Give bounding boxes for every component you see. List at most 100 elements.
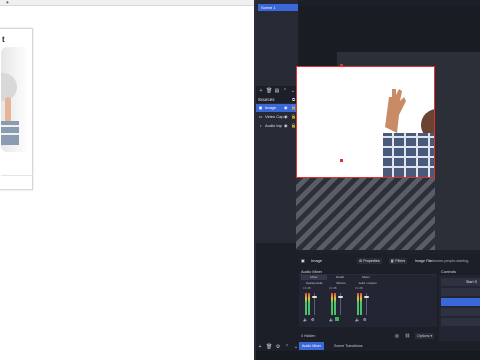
channel-active-indicator <box>335 317 339 321</box>
volume-meter-right <box>360 293 362 315</box>
source-label: Audio Inp <box>265 123 282 128</box>
controls-panel: Start S <box>439 275 480 341</box>
card-divider <box>1 175 33 176</box>
studio-mode-button[interactable] <box>441 308 480 316</box>
mute-speaker-icon[interactable]: 🔈 <box>329 317 334 322</box>
web-page: • t <box>0 0 254 360</box>
sources-toolbar: + 🗑 ⚙ ⌃ ⌄ <box>256 343 300 350</box>
virtual-camera-button[interactable] <box>441 298 480 306</box>
volume-fader-thumb[interactable] <box>364 296 369 299</box>
preview-status-strip <box>299 250 480 254</box>
audio-mixer-footer: 0 Hidden ▤ ⛓ Options ▾ <box>299 331 437 341</box>
channel-name: Audio • Capture <box>358 282 377 285</box>
mute-speaker-icon[interactable]: 🔈 <box>303 317 308 322</box>
sources-list: ▣ Image ◉ 🔓 ▭ Video Cap ◉ 🔓 ♪ Audio Inp … <box>256 103 298 243</box>
image-card[interactable]: t <box>0 28 33 190</box>
hidden-count: 0 Hidden <box>301 334 316 338</box>
source-toolbar: ▣ Image ⚙ Properties ◧ Filters Image Fil… <box>299 256 480 266</box>
source-item-audio-input[interactable]: ♪ Audio Inp ◉ 🔓 <box>256 122 298 130</box>
audio-mixer-panel: Mixer Detail Meter Desktop Audio Mic/Aux… <box>299 275 437 327</box>
mixer-tab-detail[interactable]: Detail <box>327 275 353 280</box>
channel-settings-icon[interactable]: ⚙ <box>311 317 315 322</box>
person-photo-icon <box>1 73 19 145</box>
mixer-tab-meter[interactable]: Meter <box>353 275 379 280</box>
channel-volume-db: 0.0 dB <box>355 287 363 290</box>
mixer-tabs: Mixer Detail Meter <box>301 275 379 280</box>
start-streaming-button[interactable]: Start S <box>441 278 480 286</box>
camera-icon: ▭ <box>258 114 263 119</box>
visibility-icon[interactable]: ◉ <box>284 122 288 130</box>
image-source-icon: ▣ <box>301 258 305 263</box>
volume-fader-thumb[interactable] <box>338 296 343 299</box>
channel-name: Mic/Aux <box>336 282 346 285</box>
card-photo <box>1 47 29 152</box>
move-up-icon[interactable]: ⌃ <box>284 344 290 350</box>
scenes-list: Scene 1 <box>256 0 298 86</box>
canvas-background-pattern <box>296 178 435 250</box>
channel-name: Desktop Audio <box>305 282 323 285</box>
controls-title: Controls <box>441 269 456 274</box>
scene-item-1[interactable]: Scene 1 <box>258 4 298 11</box>
remove-source-icon[interactable]: 🗑 <box>266 344 272 350</box>
channel-volume-db: 0.0 dB <box>303 287 311 290</box>
mic-icon: ♪ <box>259 123 262 128</box>
properties-button[interactable]: ⚙ Properties <box>357 258 382 264</box>
volume-meter-right <box>334 293 336 315</box>
status-bar <box>256 351 480 360</box>
volume-meter-left <box>331 293 333 315</box>
mixer-options-button[interactable]: Options ▾ <box>415 333 435 339</box>
source-properties-icon[interactable]: ⚙ <box>275 344 281 350</box>
link-icon[interactable]: ⛓ <box>405 331 410 341</box>
source-label: Video Cap <box>265 114 284 119</box>
mixer-channel-desktop-audio: 🔈 ⚙ <box>301 293 323 323</box>
volume-meter-right <box>308 293 310 315</box>
audio-mixer-title: Audio Mixer <box>301 269 323 274</box>
mute-speaker-icon[interactable]: 🔈 <box>355 317 360 322</box>
mixer-menu-icon[interactable]: ▤ <box>395 331 399 341</box>
selected-source-name: Image <box>311 258 323 263</box>
volume-meter-left <box>357 293 359 315</box>
scenes-toolbar: + 🗑 ▤ ⌃ ⌄ <box>256 86 298 95</box>
channel-names: Desktop Audio Mic/Aux Audio • Capture <box>301 281 381 286</box>
options-label: Options <box>417 334 430 338</box>
source-item-video-capture[interactable]: ▭ Video Cap ◉ 🔓 <box>256 113 298 121</box>
screen: • t Scene 1 + 🗑 ▤ ⌃ ⌄ Sources ⧉ ▣ Image … <box>0 0 480 360</box>
add-source-icon[interactable]: + <box>257 344 263 350</box>
filters-label: Filters <box>395 259 406 263</box>
sources-header: Sources ⧉ <box>256 96 298 103</box>
add-scene-icon[interactable]: + <box>258 88 264 94</box>
remove-scene-icon[interactable]: 🗑 <box>266 88 272 94</box>
resize-handle-left[interactable] <box>340 159 343 162</box>
start-recording-button[interactable] <box>441 288 480 296</box>
browser-top-edge: • <box>0 0 254 7</box>
tab-scene-transitions[interactable]: Scene Transitions <box>331 342 366 350</box>
tab-audio-mixer[interactable]: Audio Mixer <box>299 342 324 350</box>
waving-person-image-icon <box>297 67 434 177</box>
audio-mixer-header: Audio Mixer <box>299 268 437 275</box>
tab-dot-icon: • <box>6 0 9 7</box>
volume-meter-left <box>305 293 307 315</box>
image-icon: ▣ <box>258 105 263 110</box>
visibility-icon[interactable]: ◉ <box>284 104 288 112</box>
source-label: Image <box>265 105 277 110</box>
properties-label: Properties <box>363 259 380 263</box>
settings-button[interactable] <box>441 318 480 326</box>
sources-menu-icon[interactable]: ⧉ <box>292 96 295 103</box>
image-source-preview[interactable] <box>296 66 435 178</box>
obs-window: Scene 1 + 🗑 ▤ ⌃ ⌄ Sources ⧉ ▣ Image ◉ 🔓 … <box>254 0 480 360</box>
source-item-image[interactable]: ▣ Image ◉ 🔓 <box>256 104 298 112</box>
move-up-icon[interactable]: ⌃ <box>282 88 288 94</box>
resize-handle-top-left[interactable] <box>340 64 343 67</box>
mixer-channel-audio-capture: 🔈 ⚙ <box>353 293 375 323</box>
mixer-channel-mic-aux: 🔈 <box>327 293 349 323</box>
dock-tabs: Audio Mixer Scene Transitions <box>299 341 480 351</box>
sources-title: Sources <box>258 97 275 102</box>
image-file-field[interactable]: welcome-people-starting- <box>429 256 469 266</box>
channel-settings-icon[interactable]: ⚙ <box>363 317 367 322</box>
mixer-tab-mixer[interactable]: Mixer <box>301 275 327 280</box>
visibility-icon[interactable]: ◉ <box>284 113 288 121</box>
volume-fader-thumb[interactable] <box>312 296 317 299</box>
scene-filter-icon[interactable]: ▤ <box>274 88 280 94</box>
controls-header: Controls <box>439 268 480 275</box>
filters-button[interactable]: ◧ Filters <box>389 258 408 264</box>
